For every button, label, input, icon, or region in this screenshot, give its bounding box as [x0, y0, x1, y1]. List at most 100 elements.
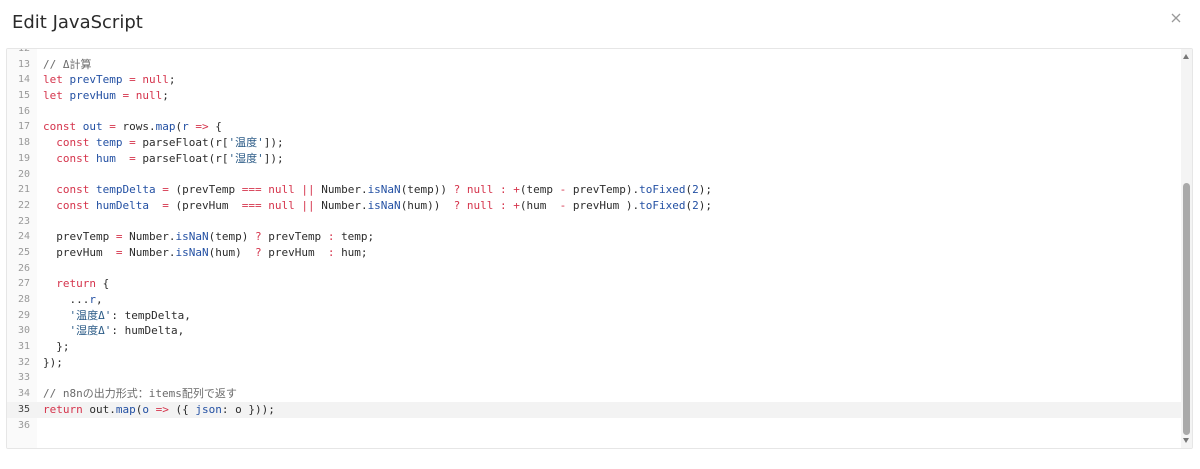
code-line[interactable]: 33	[7, 370, 1181, 386]
code-editor[interactable]: 12 13 // Δ計算 14 let prevTemp = null; 15 let pr…	[6, 48, 1193, 449]
code-line[interactable]: 25 prevHum = Number.isNaN(hum) ? prevHum…	[7, 245, 1181, 261]
code-text: // Δ計算	[43, 57, 92, 73]
code-line[interactable]: 20	[7, 167, 1181, 183]
code-token: tempDelta	[96, 183, 156, 197]
code-token: =	[115, 245, 130, 259]
line-number: 31	[17, 341, 30, 353]
code-line[interactable]: 30 '湿度Δ': humDelta,	[7, 323, 1181, 339]
code-text: const hum = parseFloat(r['湿度']);	[43, 151, 284, 167]
code-line[interactable]: 22 const humDelta = (prevHum === null ||…	[7, 198, 1181, 214]
code-text: prevHum = Number.isNaN(hum) ? prevHum : …	[43, 245, 367, 261]
code-token: ;	[168, 73, 176, 87]
code-line[interactable]: 12	[7, 48, 1181, 57]
code-token: out.	[89, 402, 116, 416]
close-button[interactable]	[1166, 8, 1186, 28]
scroll-up-arrow-icon[interactable]	[1183, 54, 1189, 59]
line-number: 14	[17, 74, 30, 86]
line-number: 18	[17, 137, 30, 149]
code-line[interactable]: 31 };	[7, 339, 1181, 355]
code-line[interactable]: 29 '温度Δ': tempDelta,	[7, 308, 1181, 324]
code-token: =	[148, 198, 176, 212]
code-line[interactable]: 23	[7, 214, 1181, 230]
code-token: const	[56, 183, 96, 197]
code-line[interactable]: 15 let prevHum = null;	[7, 88, 1181, 104]
code-line[interactable]: 32});	[7, 355, 1181, 371]
code-line[interactable]: 21 const tempDelta = (prevTemp === null …	[7, 182, 1181, 198]
code-token: ({	[175, 402, 196, 416]
code-token: '温度Δ'	[69, 308, 112, 322]
code-token: prevTemp	[268, 230, 328, 244]
code-token: o	[142, 402, 149, 416]
code-line[interactable]: 28 ...r,	[7, 292, 1181, 308]
code-token: -	[559, 183, 573, 197]
code-text: const out = rows.map(r => {	[43, 119, 222, 135]
code-token: : tempDelta,	[111, 308, 191, 322]
code-line[interactable]: 35 return out.map(o => ({ json: o }));	[7, 401, 1181, 418]
code-token: toFixed	[639, 198, 686, 212]
code-token: (prevHum	[175, 198, 242, 212]
code-token: const	[56, 151, 96, 165]
code-token: ? null : +	[453, 183, 520, 197]
code-line[interactable]: 14 let prevTemp = null;	[7, 72, 1181, 88]
code-token: '湿度Δ'	[69, 324, 112, 338]
code-token: (temp))	[400, 183, 454, 197]
code-token: out	[82, 120, 103, 134]
scrollbar-thumb[interactable]	[1183, 183, 1190, 435]
code-token: let	[43, 89, 70, 103]
code-line[interactable]: 26	[7, 261, 1181, 277]
code-text: '湿度Δ': humDelta,	[43, 323, 185, 339]
code-token: isNaN	[175, 230, 209, 244]
code-token: prevHum	[268, 245, 328, 259]
line-number: 15	[17, 90, 30, 102]
code-token: (temp	[519, 183, 560, 197]
line-number: 22	[17, 199, 30, 211]
code-token: ?	[254, 230, 269, 244]
code-line[interactable]: 13 // Δ計算	[7, 57, 1181, 73]
code-text: '温度Δ': tempDelta,	[43, 308, 191, 324]
code-line[interactable]: 17 const out = rows.map(r => {	[7, 119, 1181, 135]
code-token: prevHum ).	[572, 198, 640, 212]
code-token: =	[102, 120, 123, 134]
code-token: const	[43, 120, 83, 134]
code-text: const humDelta = (prevHum === null || Nu…	[43, 198, 712, 214]
code-token: return	[56, 277, 103, 291]
code-token: const	[56, 136, 96, 150]
scroll-down-arrow-icon[interactable]	[1183, 438, 1189, 443]
code-line[interactable]: 34 // n8nの出力形式：items配列で返す	[7, 386, 1181, 402]
code-line[interactable]: 36	[7, 418, 1181, 434]
code-text: return {	[43, 276, 109, 292]
code-token: {	[215, 120, 222, 134]
code-token: Number.	[129, 245, 176, 259]
code-line[interactable]: 27 return {	[7, 276, 1181, 292]
code-text: let prevTemp = null;	[43, 72, 175, 88]
code-text: prevTemp = Number.isNaN(temp) ? prevTemp…	[43, 229, 374, 245]
line-number: 24	[17, 231, 30, 243]
code-line[interactable]: 16	[7, 104, 1181, 120]
code-token: isNaN	[175, 245, 209, 259]
line-number: 32	[17, 356, 30, 368]
code-token: ]);	[263, 151, 284, 165]
code-token: let	[43, 73, 70, 87]
line-number: 17	[17, 121, 30, 133]
code-line[interactable]: 19 const hum = parseFloat(r['湿度']);	[7, 151, 1181, 167]
line-number: 23	[17, 215, 30, 227]
code-line[interactable]: 18 const temp = parseFloat(r['温度']);	[7, 135, 1181, 151]
code-token: {	[102, 277, 110, 291]
vertical-scrollbar[interactable]	[1181, 49, 1192, 448]
code-token: temp;	[341, 230, 375, 244]
code-token: ;	[162, 89, 169, 103]
code-line[interactable]: 24 prevTemp = Number.isNaN(temp) ? prevT…	[7, 229, 1181, 245]
code-token: prevHum	[43, 245, 116, 259]
code-token: temp	[96, 136, 123, 150]
code-token: );	[698, 198, 712, 212]
code-token: :	[327, 230, 342, 244]
code-token: = null	[122, 73, 169, 87]
code-token: json	[195, 402, 222, 416]
line-number: 12	[17, 48, 30, 54]
line-number: 16	[17, 105, 30, 117]
modal-header: Edit JavaScript	[0, 0, 1200, 48]
code-token: ,	[95, 293, 103, 306]
